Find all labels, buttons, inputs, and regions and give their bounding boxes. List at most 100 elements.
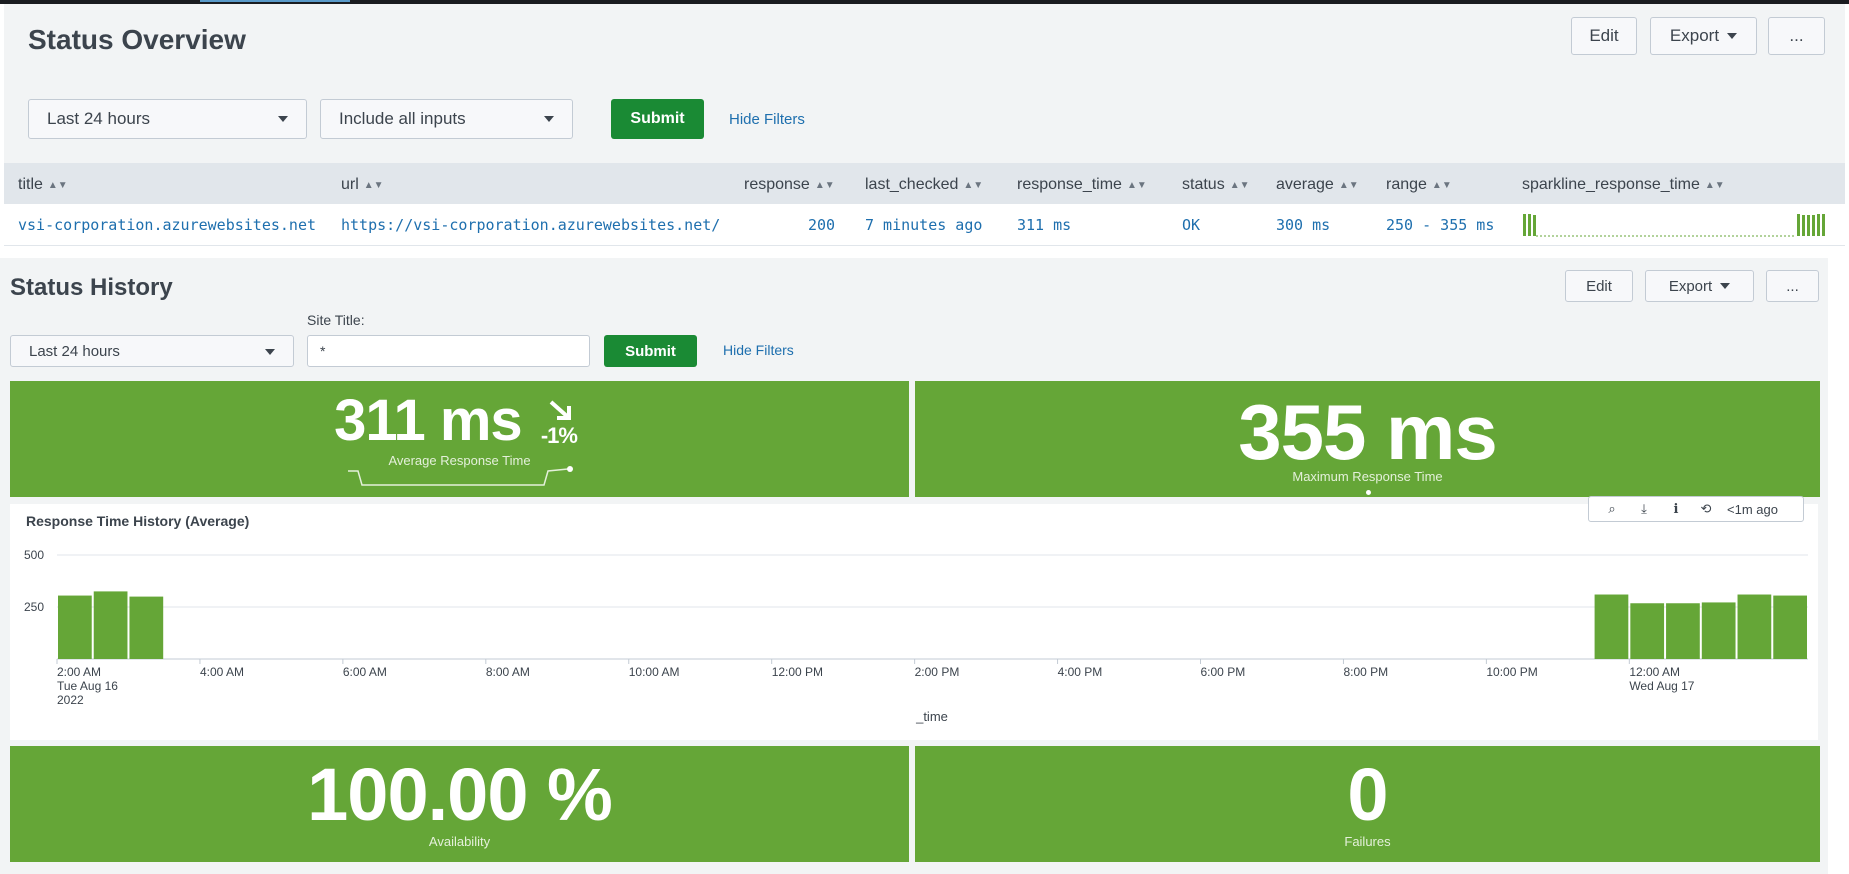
overview-more-button[interactable]: ... (1768, 17, 1825, 55)
overview-time-select[interactable]: Last 24 hours (28, 99, 307, 139)
history-export-button[interactable]: Export (1645, 270, 1754, 302)
x-tick-label: 2:00 PM (915, 665, 960, 679)
cell-response-time[interactable]: 311 ms (1017, 216, 1071, 234)
chart-bar (58, 595, 92, 659)
trend-arrow-icon (549, 400, 571, 420)
trend-down-icon: -1% (541, 387, 585, 448)
chevron-down-icon (278, 116, 288, 122)
avg-response-single-value: 311 ms -1% Average Response Time (10, 381, 909, 497)
column-header-response-time[interactable]: response_time ▲▼ (1017, 176, 1147, 194)
response-time-chart: Response Time History (Average) 250 500 2:0… (24, 513, 1808, 724)
x-tick-label: 4:00 PM (1058, 665, 1103, 679)
chart-bar (1773, 595, 1807, 659)
export-label: Export (1668, 277, 1713, 295)
chevron-down-icon (265, 349, 275, 355)
max-response-value: 355 ms (1238, 388, 1498, 476)
inputs-select-value: Include all inputs (339, 109, 466, 128)
x-tick-sublabel: 2022 (57, 693, 84, 707)
chevron-down-icon (1720, 283, 1731, 289)
column-header-response[interactable]: response ▲▼ (744, 176, 835, 194)
overview-edit-button[interactable]: Edit (1571, 17, 1637, 55)
cell-url[interactable]: https://vsi-corporation.azurewebsites.ne… (341, 216, 720, 234)
column-header-average[interactable]: average ▲▼ (1276, 176, 1359, 194)
x-tick-label: 12:00 AM (1629, 665, 1680, 679)
status-history-title: Status History (10, 274, 173, 301)
history-submit-button[interactable]: Submit (604, 335, 697, 367)
more-label: ... (1786, 277, 1799, 295)
sparkline-bar (1523, 214, 1526, 236)
x-tick-label: 4:00 AM (200, 665, 244, 679)
x-tick-label: 10:00 PM (1486, 665, 1537, 679)
history-time-select[interactable]: Last 24 hours (10, 335, 294, 367)
column-label: response (744, 176, 810, 193)
cell-title[interactable]: vsi-corporation.azurewebsites.net (18, 216, 316, 234)
column-header-url[interactable]: url ▲▼ (341, 176, 384, 194)
x-tick-label: 8:00 AM (486, 665, 530, 679)
overview-inputs-select[interactable]: Include all inputs (320, 99, 573, 139)
x-tick-label: 12:00 PM (772, 665, 823, 679)
x-tick-sublabel: Wed Aug 17 (1629, 679, 1694, 693)
edit-label: Edit (1589, 26, 1619, 45)
site-title-input[interactable]: * (307, 335, 590, 367)
column-header-sparkline[interactable]: sparkline_response_time ▲▼ (1522, 176, 1725, 194)
avg-response-sparkline (348, 466, 573, 486)
column-header-status[interactable]: status ▲▼ (1182, 176, 1249, 194)
column-label: url (341, 176, 359, 193)
overview-export-button[interactable]: Export (1650, 17, 1757, 55)
history-more-button[interactable]: ... (1766, 270, 1819, 302)
avg-response-number: 311 ms (334, 388, 523, 453)
cell-response[interactable]: 200 (808, 216, 835, 234)
x-tick-sublabel: Tue Aug 16 (57, 679, 118, 693)
cell-last-checked[interactable]: 7 minutes ago (865, 216, 982, 234)
status-overview-panel (4, 4, 1845, 163)
overview-hide-filters-link[interactable]: Hide Filters (729, 111, 805, 128)
status-overview-title: Status Overview (28, 24, 246, 55)
availability-single-value: 100.00 % Availability (10, 746, 909, 862)
max-response-label: Maximum Response Time (1292, 469, 1443, 484)
time-select-value: Last 24 hours (29, 342, 120, 360)
avg-response-value: 311 ms -1% (10, 387, 909, 454)
column-header-title[interactable]: title ▲▼ (18, 176, 68, 194)
x-tick-label: 10:00 AM (629, 665, 680, 679)
sparkline-bar (1822, 214, 1825, 236)
column-header-last-checked[interactable]: last_checked ▲▼ (865, 176, 983, 194)
failures-value: 0 (1347, 753, 1388, 836)
chart-bar (1630, 603, 1665, 659)
sparkline-response-time (1523, 214, 1825, 237)
y-tick-label: 500 (24, 548, 44, 562)
sparkline-bar (1533, 215, 1536, 236)
sparkline-bar (1528, 214, 1531, 236)
active-tab-indicator (200, 0, 350, 2)
x-tick-label: 2:00 AM (57, 665, 101, 679)
chevron-down-icon (544, 116, 554, 122)
cell-average[interactable]: 300 ms (1276, 216, 1330, 234)
column-label: average (1276, 176, 1334, 193)
history-edit-button[interactable]: Edit (1565, 270, 1633, 302)
site-title-label: Site Title: (307, 312, 365, 328)
chevron-down-icon (1727, 33, 1738, 39)
column-header-range[interactable]: range ▲▼ (1386, 176, 1452, 194)
sparkline-bar (1807, 215, 1810, 236)
history-hide-filters-link[interactable]: Hide Filters (723, 342, 794, 358)
sort-icon: ▲▼ (1126, 180, 1147, 191)
column-label: range (1386, 176, 1427, 193)
x-tick-label: 8:00 PM (1343, 665, 1388, 679)
trend-delta: -1% (540, 423, 578, 448)
chart-bar (1666, 603, 1700, 659)
cell-status[interactable]: OK (1182, 216, 1200, 234)
sort-icon: ▲▼ (47, 180, 68, 191)
column-label: title (18, 176, 43, 193)
availability-label: Availability (428, 834, 491, 849)
sort-icon: ▲▼ (1431, 180, 1452, 191)
sort-icon: ▲▼ (814, 180, 835, 191)
more-label: ... (1789, 26, 1804, 45)
chart-bar (1701, 602, 1736, 659)
chart-bar (1594, 594, 1629, 659)
sort-icon: ▲▼ (1229, 180, 1250, 191)
time-select-value: Last 24 hours (47, 109, 151, 128)
chart-bar (93, 591, 128, 659)
y-tick-label: 250 (24, 600, 44, 614)
cell-range[interactable]: 250 - 355 ms (1386, 216, 1494, 234)
overview-submit-button[interactable]: Submit (611, 99, 704, 139)
chart-bar (129, 596, 164, 659)
